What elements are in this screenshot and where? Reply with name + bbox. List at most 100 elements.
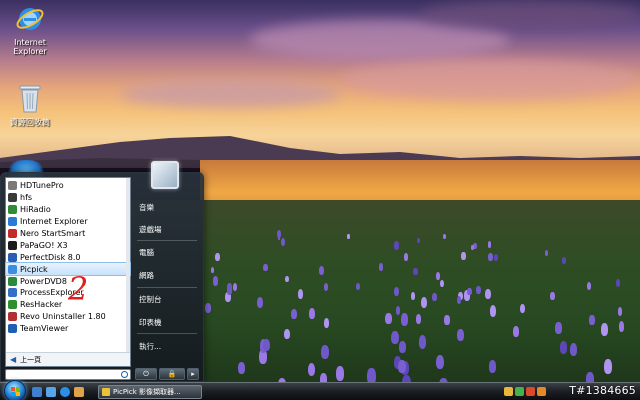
wallpaper-cloud: [120, 80, 340, 108]
wallpaper-flower: [394, 241, 399, 250]
program-item[interactable]: Internet Explorer: [6, 216, 130, 228]
program-list: HDTunePro hfs HiRadio Internet Explorer Nero…: [5, 180, 131, 335]
start-button[interactable]: [4, 380, 26, 400]
tray-app-icon[interactable]: [526, 387, 535, 396]
start-item-printers[interactable]: 印表機: [137, 315, 199, 329]
start-item-games[interactable]: 遊戲場: [137, 222, 199, 236]
wallpaper-flower: [435, 354, 445, 370]
watermark: T#1384665: [569, 384, 636, 397]
perfectdisk-icon: [8, 252, 17, 262]
wallpaper-flower: [476, 285, 481, 295]
wallpaper-flower: [519, 303, 526, 314]
program-item[interactable]: PaPaGO! X3: [6, 239, 130, 251]
program-item[interactable]: HDTunePro: [6, 180, 130, 192]
start-item-control-panel[interactable]: 控制台: [137, 292, 199, 306]
wallpaper-flower: [226, 282, 232, 292]
back-button[interactable]: ◀ 上一頁: [6, 352, 130, 366]
program-label: PerfectDisk 8.0: [20, 252, 81, 262]
program-label: PaPaGO! X3: [20, 240, 68, 250]
program-list-scrollbar[interactable]: [126, 178, 130, 354]
system-tray: T#1384665: [502, 384, 640, 400]
start-menu-separator: [137, 333, 197, 334]
wallpaper-flower: [603, 359, 612, 374]
program-item[interactable]: TeamViewer: [6, 323, 130, 335]
program-label: HiRadio: [20, 205, 51, 215]
wallpaper-flower: [291, 309, 297, 320]
wallpaper-flower: [589, 315, 595, 325]
desktop-icon-internet-explorer[interactable]: Internet Explorer: [0, 4, 60, 56]
start-item-label: 遊戲場: [139, 224, 162, 234]
program-label: Nero StartSmart: [20, 229, 86, 238]
wallpaper-flower: [401, 313, 409, 326]
internet-explorer-icon[interactable]: [60, 387, 70, 397]
tray-app-icon[interactable]: [537, 387, 546, 396]
start-item-music[interactable]: 音樂: [137, 200, 199, 214]
program-item[interactable]: Nero StartSmart: [6, 228, 130, 240]
show-desktop-icon[interactable]: [32, 387, 42, 397]
tray-app-icon[interactable]: [504, 387, 513, 396]
start-menu: HDTunePro hfs HiRadio Internet Explorer Nero…: [0, 161, 204, 382]
wallpaper-flower: [395, 305, 401, 315]
revo-icon: [8, 312, 17, 322]
wallpaper-flower: [560, 341, 568, 355]
wallpaper-flower: [489, 304, 497, 317]
start-item-network[interactable]: 網路: [137, 268, 199, 282]
taskbar-button-picpick[interactable]: PicPick 影像擷取器...: [98, 385, 202, 399]
wallpaper-flower: [323, 317, 330, 328]
process-explorer-icon: [8, 288, 17, 298]
folder-icon[interactable]: [74, 387, 84, 397]
wallpaper-flower: [285, 275, 289, 283]
desktop-icon-label: 資源回收筒: [10, 118, 50, 127]
wallpaper-flower: [435, 271, 441, 280]
wallpaper-flower: [321, 344, 330, 360]
desktop-icon-label: Internet Explorer: [13, 38, 47, 56]
wallpaper-flower: [561, 256, 566, 264]
wallpaper-flower: [336, 366, 345, 381]
taskbar: PicPick 影像擷取器... T#1384665: [0, 380, 640, 400]
start-item-label: 電腦: [139, 247, 154, 257]
wallpaper-flower: [398, 359, 406, 374]
program-label: HDTunePro: [20, 181, 64, 191]
program-item[interactable]: PerfectDisk 8.0: [6, 251, 130, 263]
search-icon: [121, 371, 128, 378]
wallpaper-flower: [284, 328, 291, 340]
start-item-computer[interactable]: 電腦: [137, 245, 199, 259]
wallpaper-flower: [263, 263, 268, 272]
power-controls: ⏻ 🔒 ▸: [135, 368, 199, 380]
wallpaper-flower: [418, 335, 427, 349]
shutdown-options-button[interactable]: ▸: [187, 368, 199, 380]
wallpaper-flower: [280, 237, 286, 246]
recycle-bin-icon: [0, 82, 60, 116]
program-item[interactable]: Revo Uninstaller 1.80: [6, 311, 130, 323]
start-item-run[interactable]: 執行...: [137, 339, 199, 353]
start-menu-right-pane: 音樂 遊戲場 電腦 網路 控制台 印表機 執行...: [133, 161, 201, 365]
wallpaper-flower: [347, 234, 350, 239]
teamviewer-icon: [8, 324, 17, 334]
wallpaper-flower: [394, 286, 400, 297]
switch-windows-icon[interactable]: [46, 387, 56, 397]
wallpaper-flower: [385, 312, 392, 325]
start-item-label: 網路: [139, 270, 154, 280]
lock-button[interactable]: 🔒: [159, 368, 185, 380]
picpick-icon: [102, 388, 110, 396]
program-label: Internet Explorer: [20, 217, 88, 227]
program-item[interactable]: HiRadio: [6, 204, 130, 216]
picpick-icon: [8, 264, 17, 274]
wallpaper-flower: [205, 303, 211, 314]
wallpaper-flower: [444, 315, 450, 325]
wallpaper-flower: [569, 342, 577, 356]
wallpaper-flower: [461, 251, 466, 260]
program-item[interactable]: hfs: [6, 192, 130, 204]
hdtune-icon: [8, 181, 17, 191]
wallpaper-flower: [213, 276, 219, 286]
power-button[interactable]: ⏻: [135, 368, 157, 380]
back-arrow-icon: ◀: [10, 355, 17, 364]
start-menu-separator: [137, 287, 197, 288]
user-picture[interactable]: [151, 161, 179, 189]
hiradio-icon: [8, 205, 17, 215]
program-label: Revo Uninstaller 1.80: [20, 312, 106, 322]
start-search-input[interactable]: [5, 369, 131, 380]
papago-icon: [8, 240, 17, 250]
tray-app-icon[interactable]: [515, 387, 524, 396]
desktop-icon-recycle-bin[interactable]: 資源回收筒: [0, 82, 60, 127]
